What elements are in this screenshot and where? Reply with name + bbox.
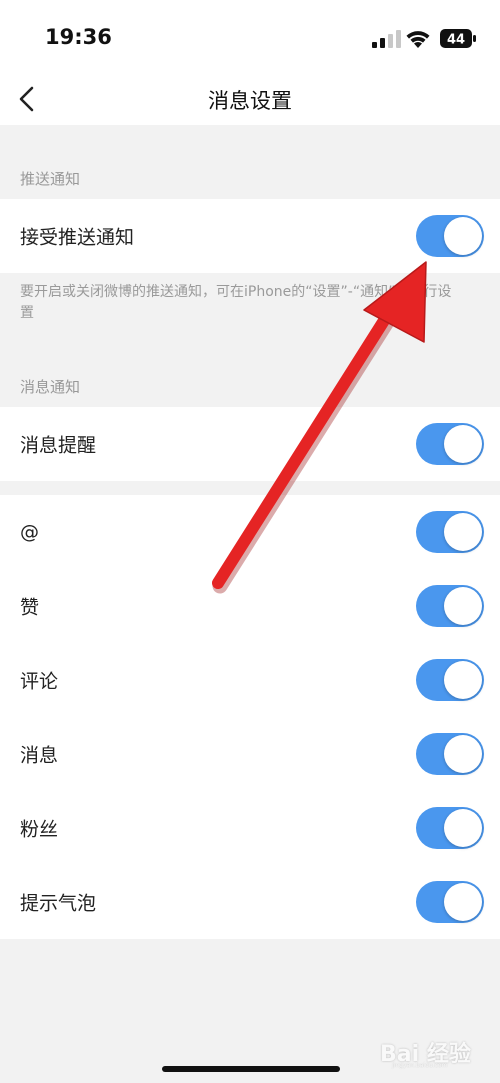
push-hint-text: 要开启或关闭微博的推送通知，可在iPhone的“设置”-“通知”中进行设置 <box>20 284 452 321</box>
baidu-jingyan-watermark: Bai 经验 jingyan.baidu.com <box>380 1032 490 1069</box>
toggle-mention[interactable] <box>416 511 484 553</box>
toggle-knob <box>444 425 482 463</box>
battery-level: 44 <box>447 33 465 48</box>
toggle-knob <box>444 217 482 255</box>
setting-row-like: 赞 <box>0 569 500 643</box>
settings-group-message: 消息提醒 <box>0 407 500 481</box>
setting-row-message-reminder: 消息提醒 <box>0 407 500 481</box>
setting-row-fans: 粉丝 <box>0 791 500 865</box>
toggle-knob <box>444 735 482 773</box>
setting-label: 提示气泡 <box>20 892 97 915</box>
setting-row-accept-push: 接受推送通知 <box>0 199 500 273</box>
watermark-subtext: jingyan.baidu.com <box>392 1062 448 1069</box>
section-header-message: 消息通知 <box>20 378 81 396</box>
toggle-knob <box>444 883 482 921</box>
setting-label: 粉丝 <box>20 818 59 841</box>
toggle-badge-bubble[interactable] <box>416 881 484 923</box>
setting-row-comment: 评论 <box>0 643 500 717</box>
setting-label: 评论 <box>20 670 59 693</box>
nav-bar: 消息设置 <box>0 75 500 125</box>
toggle-message[interactable] <box>416 733 484 775</box>
toggle-accept-push[interactable] <box>416 215 484 257</box>
settings-group-types: @ 赞 评论 消息 粉丝 提示气泡 <box>0 495 500 939</box>
page-title: 消息设置 <box>208 89 292 113</box>
setting-label: 接受推送通知 <box>20 226 135 249</box>
setting-label: 消息提醒 <box>20 434 97 457</box>
status-time: 19:36 <box>45 25 112 49</box>
setting-row-badge-bubble: 提示气泡 <box>0 865 500 939</box>
setting-row-message: 消息 <box>0 717 500 791</box>
toggle-knob <box>444 513 482 551</box>
toggle-knob <box>444 809 482 847</box>
toggle-message-reminder[interactable] <box>416 423 484 465</box>
toggle-knob <box>444 661 482 699</box>
cellular-signal-icon <box>372 30 401 48</box>
toggle-comment[interactable] <box>416 659 484 701</box>
setting-label: 消息 <box>20 744 59 767</box>
battery-icon: 44 <box>440 29 476 48</box>
setting-label: @ <box>20 521 39 543</box>
setting-label: 赞 <box>20 596 40 619</box>
toggle-like[interactable] <box>416 585 484 627</box>
toggle-knob <box>444 587 482 625</box>
wifi-icon <box>406 31 430 48</box>
section-header-push: 推送通知 <box>20 170 81 188</box>
status-bar: 19:36 44 <box>0 0 500 75</box>
toggle-fans[interactable] <box>416 807 484 849</box>
settings-group-push: 接受推送通知 <box>0 199 500 273</box>
home-indicator <box>162 1066 340 1072</box>
setting-row-mention: @ <box>0 495 500 569</box>
